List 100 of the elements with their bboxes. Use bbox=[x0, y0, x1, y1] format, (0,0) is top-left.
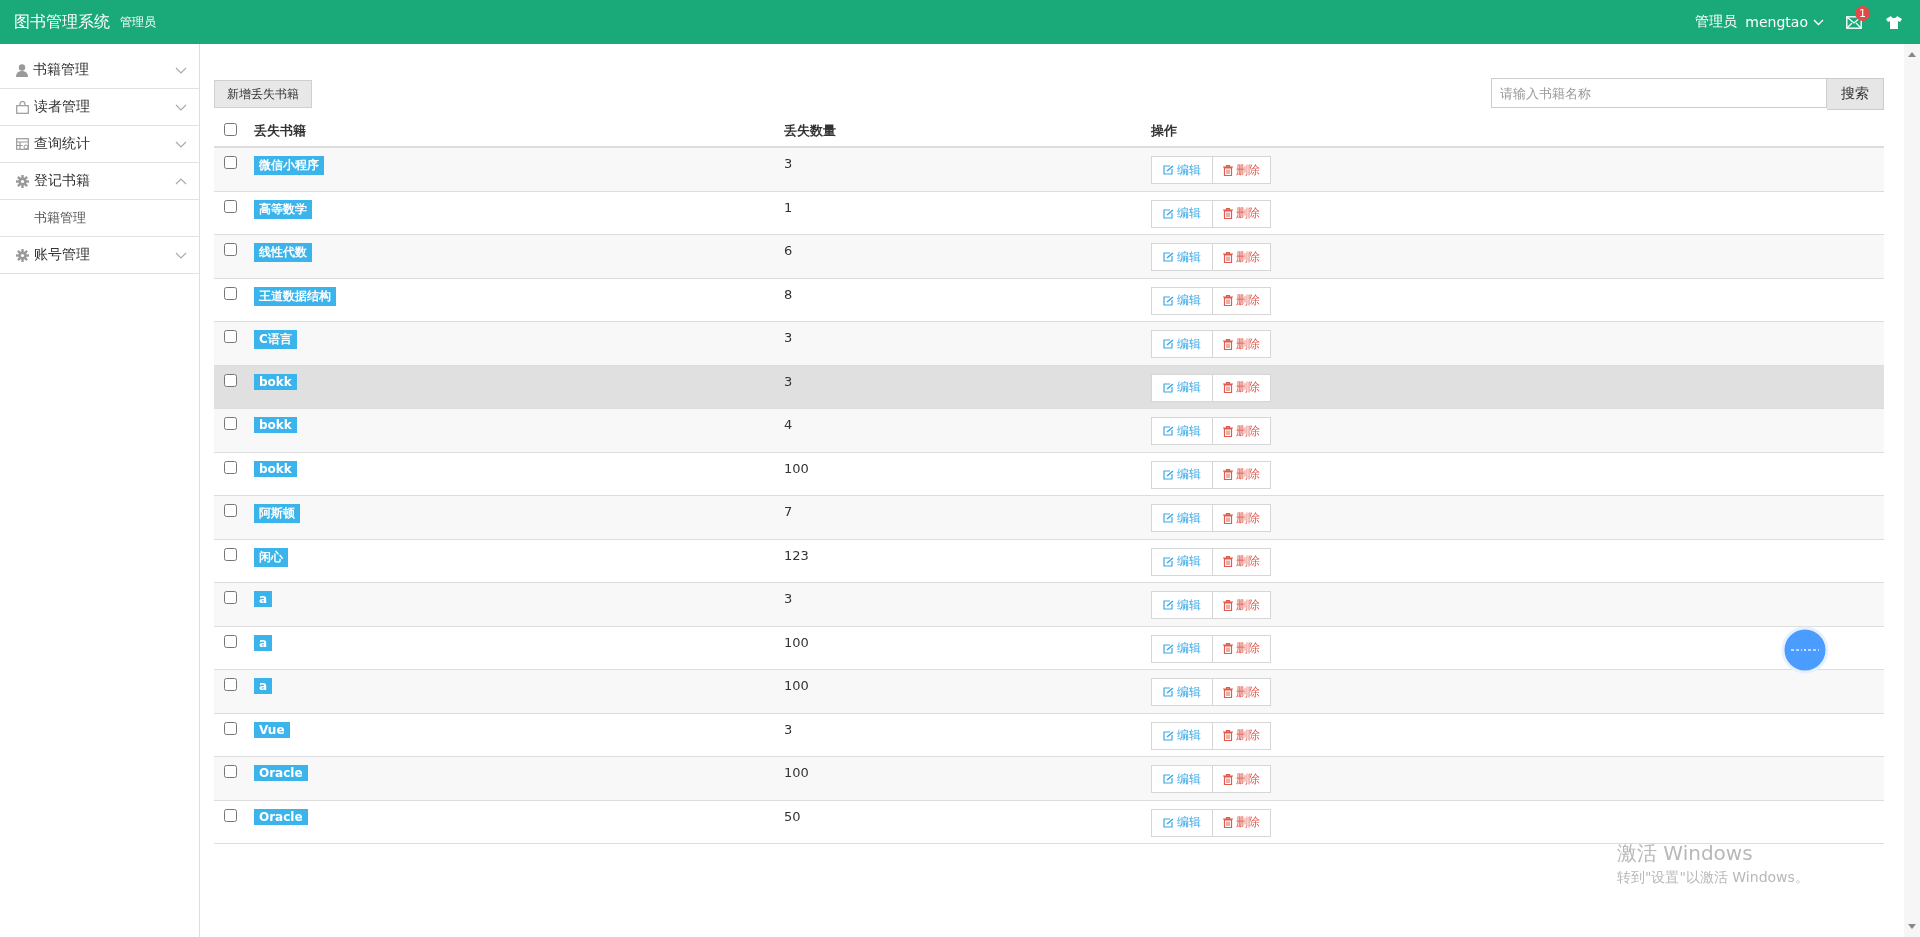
row-checkbox[interactable] bbox=[224, 156, 237, 169]
search-field[interactable]: 请输入书籍名称 bbox=[1491, 78, 1827, 108]
row-checkbox[interactable] bbox=[224, 547, 237, 561]
sidebar-menu-item[interactable]: 账号管理 bbox=[0, 237, 199, 274]
gear-icon bbox=[16, 174, 29, 188]
sidebar-menu-item[interactable]: 查询统计 bbox=[0, 126, 199, 163]
scroll-up-icon[interactable] bbox=[1908, 52, 1916, 57]
delete-button[interactable]: 删除 bbox=[1213, 460, 1271, 489]
user-menu[interactable]: mengtao bbox=[1745, 14, 1824, 30]
edit-button[interactable]: 编辑 bbox=[1151, 373, 1213, 402]
book-tag: a bbox=[254, 678, 273, 694]
edit-button[interactable]: 编辑 bbox=[1151, 808, 1213, 837]
edit-button[interactable]: 编辑 bbox=[1151, 591, 1213, 619]
edit-button[interactable]: 编辑 bbox=[1151, 330, 1213, 358]
book-tag: bokk bbox=[254, 417, 297, 433]
lost-count: 100 bbox=[784, 678, 809, 693]
row-checkbox[interactable] bbox=[224, 678, 237, 691]
row-checkbox[interactable] bbox=[224, 591, 237, 604]
sidebar-menu-item[interactable]: 书籍管理 bbox=[0, 52, 199, 89]
row-checkbox[interactable] bbox=[224, 199, 237, 213]
edit-button[interactable]: 编辑 bbox=[1151, 721, 1213, 750]
edit-icon bbox=[1163, 165, 1174, 175]
sidebar-menu-item[interactable]: 登记书籍 bbox=[0, 163, 199, 200]
delete-button[interactable]: 删除 bbox=[1213, 634, 1271, 663]
edit-button[interactable]: 编辑 bbox=[1151, 547, 1213, 576]
edit-icon bbox=[1163, 774, 1174, 784]
menu-label: 查询统计 bbox=[34, 135, 91, 153]
delete-button[interactable]: 删除 bbox=[1213, 808, 1271, 837]
sidebar-submenu-item[interactable]: 书籍管理 bbox=[0, 200, 199, 237]
edit-button[interactable]: 编辑 bbox=[1151, 243, 1213, 271]
floating-ball-icon[interactable] bbox=[1781, 626, 1829, 674]
edit-icon bbox=[1163, 687, 1174, 697]
delete-button[interactable]: 删除 bbox=[1213, 243, 1271, 271]
menu-label: 读者管理 bbox=[34, 98, 91, 116]
delete-button[interactable]: 删除 bbox=[1213, 721, 1271, 750]
edit-button[interactable]: 编辑 bbox=[1151, 199, 1213, 228]
trash-icon bbox=[1223, 338, 1233, 350]
delete-button[interactable]: 删除 bbox=[1213, 199, 1271, 228]
row-checkbox[interactable] bbox=[224, 330, 237, 343]
chevron-down-icon bbox=[175, 103, 187, 111]
delete-button[interactable]: 删除 bbox=[1213, 373, 1271, 402]
add-lost-book-button[interactable]: 新增丢失书籍 bbox=[214, 80, 312, 108]
book-tag: C语言 bbox=[254, 330, 297, 349]
mail-icon[interactable] bbox=[1846, 15, 1862, 29]
book-tag: 王道数据结构 bbox=[254, 286, 336, 306]
delete-button[interactable]: 删除 bbox=[1213, 156, 1271, 184]
lost-count: 3 bbox=[784, 373, 793, 389]
row-checkbox[interactable] bbox=[224, 765, 237, 778]
delete-button[interactable]: 删除 bbox=[1213, 678, 1271, 706]
edit-icon bbox=[1163, 556, 1174, 567]
row-checkbox[interactable] bbox=[224, 634, 237, 648]
trash-icon bbox=[1223, 599, 1233, 611]
row-checkbox[interactable] bbox=[224, 243, 237, 256]
select-all-checkbox[interactable] bbox=[224, 123, 237, 136]
book-tag: 阿斯顿 bbox=[254, 504, 300, 523]
edit-button[interactable]: 编辑 bbox=[1151, 417, 1213, 445]
delete-button[interactable]: 删除 bbox=[1213, 765, 1271, 793]
row-checkbox[interactable] bbox=[224, 504, 237, 517]
lost-count: 6 bbox=[784, 243, 793, 258]
edit-icon bbox=[1163, 382, 1174, 393]
scrollbar[interactable] bbox=[1904, 44, 1920, 937]
scroll-down-icon[interactable] bbox=[1908, 924, 1916, 929]
delete-button[interactable]: 删除 bbox=[1213, 286, 1271, 315]
sidebar-menu-item[interactable]: 读者管理 bbox=[0, 89, 199, 126]
trash-icon bbox=[1223, 208, 1233, 219]
trash-icon bbox=[1223, 556, 1233, 567]
edit-button[interactable]: 编辑 bbox=[1151, 678, 1213, 706]
menu-label: 书籍管理 bbox=[33, 61, 90, 79]
edit-button[interactable]: 编辑 bbox=[1151, 634, 1213, 663]
row-checkbox[interactable] bbox=[224, 460, 237, 474]
delete-button[interactable]: 删除 bbox=[1213, 330, 1271, 358]
delete-button[interactable]: 删除 bbox=[1213, 547, 1271, 576]
row-checkbox[interactable] bbox=[224, 286, 237, 300]
edit-icon bbox=[1163, 252, 1174, 262]
trash-icon bbox=[1223, 773, 1233, 785]
edit-button[interactable]: 编辑 bbox=[1151, 286, 1213, 315]
edit-icon bbox=[1163, 208, 1174, 219]
edit-button[interactable]: 编辑 bbox=[1151, 504, 1213, 532]
lost-count: 123 bbox=[784, 547, 809, 563]
row-checkbox[interactable] bbox=[224, 373, 237, 387]
trash-icon bbox=[1223, 686, 1233, 698]
edit-button[interactable]: 编辑 bbox=[1151, 460, 1213, 489]
trash-icon bbox=[1223, 164, 1233, 176]
lost-count: 3 bbox=[784, 721, 793, 737]
edit-button[interactable]: 编辑 bbox=[1151, 156, 1213, 184]
trash-icon bbox=[1223, 512, 1233, 524]
search-button[interactable]: 搜索 bbox=[1827, 78, 1884, 110]
delete-button[interactable]: 删除 bbox=[1213, 504, 1271, 532]
row-checkbox[interactable] bbox=[224, 721, 237, 735]
row-checkbox[interactable] bbox=[224, 417, 237, 430]
shirt-icon[interactable] bbox=[1886, 15, 1902, 29]
table-icon bbox=[16, 138, 29, 150]
book-tag: 微信小程序 bbox=[254, 156, 324, 175]
delete-button[interactable]: 删除 bbox=[1213, 591, 1271, 619]
trash-icon bbox=[1223, 817, 1233, 828]
delete-button[interactable]: 删除 bbox=[1213, 417, 1271, 445]
lost-count: 7 bbox=[784, 504, 793, 519]
edit-icon bbox=[1163, 730, 1174, 741]
edit-button[interactable]: 编辑 bbox=[1151, 765, 1213, 793]
row-checkbox[interactable] bbox=[224, 808, 237, 822]
